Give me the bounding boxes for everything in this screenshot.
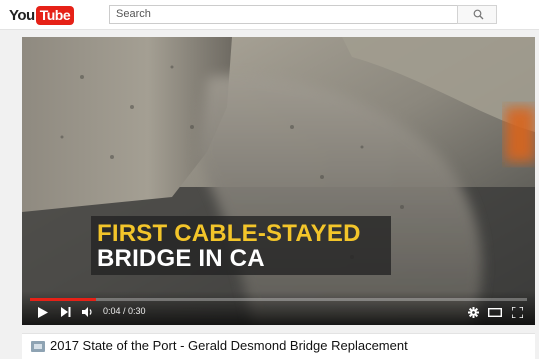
caption-line-2: BRIDGE IN CA: [97, 245, 265, 272]
video-frame: [22, 37, 535, 325]
settings-button[interactable]: [465, 304, 481, 320]
play-icon: [38, 306, 48, 318]
time-display: 0:04 / 0:30: [103, 306, 146, 316]
play-button[interactable]: [36, 304, 50, 320]
player-controls: 0:04 / 0:30: [22, 291, 535, 325]
fullscreen-button[interactable]: [509, 304, 525, 320]
progress-bar-played: [30, 298, 97, 301]
video-title[interactable]: 2017 State of the Port - Gerald Desmond …: [50, 338, 408, 353]
search-input[interactable]: Search: [109, 5, 458, 24]
caption-line-1: FIRST CABLE-STAYED: [97, 220, 361, 247]
theater-mode-icon: [488, 307, 502, 317]
progress-bar[interactable]: [30, 298, 527, 301]
video-thumbnail-icon: [31, 341, 45, 352]
fullscreen-icon: [511, 306, 523, 318]
video-title-bar: 2017 State of the Port - Gerald Desmond …: [22, 333, 535, 359]
next-icon: [61, 307, 71, 317]
volume-icon: [82, 307, 92, 317]
video-caption-overlay: FIRST CABLE-STAYED BRIDGE IN CA: [91, 216, 391, 275]
search-icon: [473, 9, 484, 20]
logo-text-you: You: [9, 6, 35, 24]
youtube-logo[interactable]: You Tube: [9, 5, 75, 25]
logo-text-tube: Tube: [35, 5, 75, 25]
mute-button[interactable]: [80, 304, 96, 320]
search-button[interactable]: [457, 5, 497, 24]
masthead: You Tube Search: [0, 0, 539, 30]
settings-icon: [467, 306, 479, 318]
theater-mode-button[interactable]: [486, 304, 504, 320]
video-player[interactable]: FIRST CABLE-STAYED BRIDGE IN CA 0:04 / 0…: [22, 37, 535, 325]
next-button[interactable]: [59, 304, 73, 320]
